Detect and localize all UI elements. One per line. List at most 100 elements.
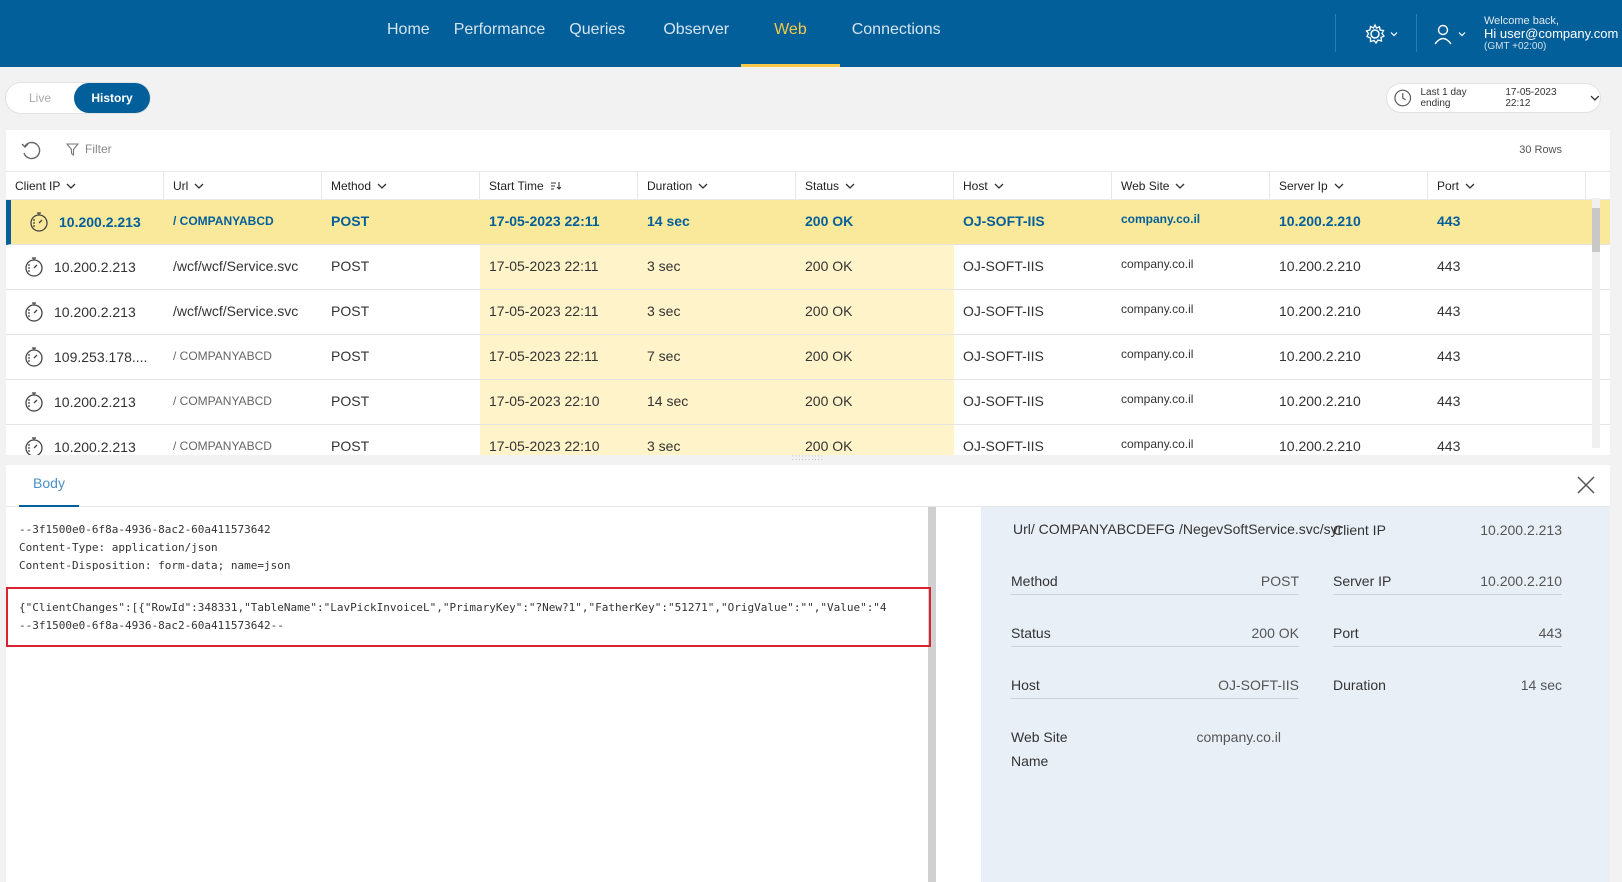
detail-tabs: Body [6, 465, 1610, 507]
time-range-picker[interactable]: Last 1 day ending 17-05-2023 22:12 [1387, 84, 1600, 112]
table-cell: 17-05-2023 22:11 [480, 335, 638, 379]
resize-handle[interactable]: :::::::::: [6, 454, 1610, 465]
stopwatch-icon [25, 392, 43, 412]
column-header[interactable]: Duration [638, 172, 796, 199]
nav-web[interactable]: Web [741, 0, 840, 67]
chevron-down-icon [1458, 32, 1466, 37]
column-header-label: Web Site [1121, 178, 1170, 193]
filter-icon [66, 142, 79, 156]
time-range-label: Last 1 day ending [1420, 87, 1467, 109]
cell-value: 17-05-2023 22:11 [489, 258, 599, 274]
table-cell: 17-05-2023 22:11 [480, 200, 638, 244]
stopwatch-icon [25, 257, 43, 277]
table-cell: 3 sec [638, 245, 796, 289]
table-cell: 10.200.2.213 [6, 425, 164, 455]
detail-value: 443 [1538, 625, 1562, 641]
column-header[interactable]: Client IP [6, 172, 164, 199]
chevron-down-icon [994, 183, 1004, 189]
history-toggle[interactable]: History [74, 83, 150, 113]
cell-value: 443 [1437, 438, 1461, 454]
settings-menu[interactable] [1364, 20, 1404, 48]
stopwatch-icon [25, 347, 43, 367]
table-cell: 3 sec [638, 290, 796, 334]
chevron-down-icon [845, 183, 855, 189]
sort-icon [550, 182, 561, 190]
cell-value: 14 sec [647, 393, 689, 409]
user-menu[interactable] [1432, 20, 1472, 48]
nav-connections[interactable]: Connections [840, 0, 953, 67]
column-header[interactable]: Url [164, 172, 322, 199]
refresh-icon[interactable] [20, 140, 42, 162]
requests-panel: Filter 30 Rows Client IP Url Method Start T… [6, 130, 1610, 455]
cell-value: 200 OK [805, 258, 853, 274]
table-cell: 443 [1428, 200, 1586, 244]
chevron-down-icon [1590, 95, 1600, 101]
cell-value: 10.200.2.213 [54, 303, 136, 320]
column-header[interactable]: Web Site [1112, 172, 1270, 199]
table-cell: company.co.il [1112, 425, 1270, 455]
table-cell: company.co.il [1112, 200, 1270, 244]
table-scrollbar[interactable] [1592, 198, 1600, 448]
table-row[interactable]: 10.200.2.213 / COMPANYABCD POST 17-05-2023 … [6, 380, 1610, 425]
cell-value: OJ-SOFT-IIS [963, 213, 1045, 229]
column-header-label: Start Time [489, 178, 544, 193]
column-header[interactable]: Status [796, 172, 954, 199]
detail-client-ip: Client IP 10.200.2.213 [1333, 518, 1562, 544]
nav-observer[interactable]: Observer [651, 0, 741, 67]
detail-value: POST [1260, 573, 1299, 589]
column-header-label: Port [1437, 178, 1460, 193]
table-cell: 200 OK [796, 245, 954, 289]
table-row[interactable]: 109.253.178.... / COMPANYABCD POST 17-05-20… [6, 335, 1610, 380]
table-cell: OJ-SOFT-IIS [954, 200, 1112, 244]
cell-value: 10.200.2.210 [1279, 213, 1361, 229]
close-icon[interactable] [1574, 473, 1598, 497]
row-count: 30 Rows [1519, 144, 1562, 156]
table-cell: 10.200.2.210 [1270, 245, 1428, 289]
table-cell: 14 sec [638, 200, 796, 244]
cell-value: / COMPANYABCD [173, 439, 272, 453]
welcome-block: Welcome back, Hi user@company.com (GMT +… [1484, 15, 1618, 52]
table-cell: / COMPANYABCD [164, 380, 322, 424]
column-header[interactable]: Method [322, 172, 480, 199]
cell-value: 443 [1437, 303, 1461, 319]
table-row[interactable]: 10.200.2.213 / COMPANYABCD POST 17-05-2023 … [6, 425, 1610, 455]
cell-value: 7 sec [647, 348, 681, 364]
nav-queries[interactable]: Queries [557, 0, 637, 67]
column-header-label: Duration [647, 178, 693, 193]
filter-button[interactable]: Filter [66, 142, 112, 156]
detail-label: Method [1011, 573, 1058, 589]
tab-body[interactable]: Body [19, 465, 79, 507]
table-cell: 10.200.2.213 [11, 200, 164, 244]
table-cell: 10.200.2.210 [1270, 425, 1428, 455]
table-cell: 10.200.2.210 [1270, 200, 1428, 244]
scrollbar-thumb[interactable] [1592, 208, 1600, 252]
cell-value: 17-05-2023 22:10 [489, 393, 600, 409]
nav-home[interactable]: Home [375, 0, 442, 67]
detail-port: Port 443 [1333, 621, 1562, 647]
column-header[interactable]: Host [954, 172, 1112, 199]
detail-label: Web Site Name [1011, 729, 1068, 769]
detail-server-ip: Server IP 10.200.2.210 [1333, 569, 1562, 595]
chevron-down-icon [1334, 183, 1344, 189]
table-cell: 7 sec [638, 335, 796, 379]
stopwatch-icon [25, 437, 43, 455]
table-row[interactable]: 10.200.2.213 / COMPANYABCD POST 17-05-2023 … [6, 200, 1610, 245]
table-cell: POST [322, 425, 480, 455]
nav-performance[interactable]: Performance [442, 0, 558, 67]
column-header[interactable]: Start Time [480, 172, 638, 199]
cell-value: 17-05-2023 22:10 [489, 438, 600, 454]
table-cell: 200 OK [796, 425, 954, 455]
content-type-line: Content-Type: application/json [19, 541, 218, 554]
cell-value: 443 [1437, 258, 1461, 274]
cell-value: 443 [1437, 348, 1461, 364]
table-row[interactable]: 10.200.2.213/wcf/wcf/Service.svc POST 17-0… [6, 290, 1610, 335]
live-toggle[interactable]: Live [6, 83, 74, 113]
column-header[interactable]: Port [1428, 172, 1586, 199]
cell-value: company.co.il [1121, 257, 1194, 271]
column-header-label: Method [331, 178, 372, 193]
table-cell: company.co.il [1112, 245, 1270, 289]
table-row[interactable]: 10.200.2.213/wcf/wcf/Service.svc POST 17-0… [6, 245, 1610, 290]
column-header[interactable]: Server Ip [1270, 172, 1428, 199]
cell-value: 17-05-2023 22:11 [489, 348, 599, 364]
cell-value: 443 [1437, 213, 1461, 229]
